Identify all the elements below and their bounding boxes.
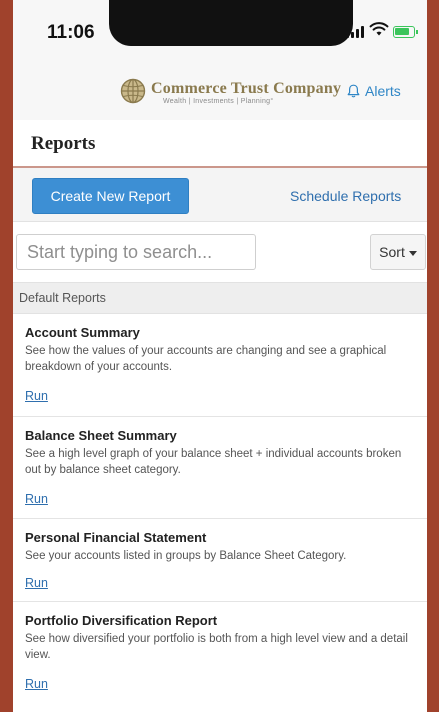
- brand-tagline: Wealth | Investments | Planning°: [163, 98, 274, 105]
- caret-down-icon: [408, 250, 417, 256]
- globe-logo-icon: [120, 78, 146, 104]
- sort-button[interactable]: Sort: [370, 234, 426, 270]
- report-description: See a high level graph of your balance s…: [25, 448, 402, 476]
- wifi-icon: [369, 22, 389, 36]
- section-header: Default Reports: [13, 282, 427, 314]
- brand-name: Commerce Trust Company: [151, 80, 342, 97]
- report-item: Personal Financial Statement See your ac…: [13, 519, 427, 602]
- bell-icon: [347, 84, 360, 98]
- alerts-button[interactable]: Alerts: [347, 83, 401, 99]
- schedule-reports-link[interactable]: Schedule Reports: [290, 188, 401, 204]
- report-title: Account Summary: [25, 325, 140, 340]
- report-description: See your accounts listed in groups by Ba…: [25, 550, 347, 562]
- status-bar: 11:06: [13, 0, 427, 60]
- sort-label: Sort: [379, 244, 405, 260]
- phone-screen: 11:06 Commerce Trust Company Wealth | In…: [13, 0, 427, 712]
- create-new-report-button[interactable]: Create New Report: [32, 178, 189, 214]
- run-link[interactable]: Run: [25, 576, 48, 590]
- device-notch: [109, 0, 353, 46]
- search-input[interactable]: [16, 234, 256, 270]
- report-description: See how the values of your accounts are …: [25, 345, 387, 373]
- report-title: Balance Sheet Summary: [25, 428, 177, 443]
- run-link[interactable]: Run: [25, 389, 48, 403]
- battery-icon: [393, 26, 418, 38]
- run-link[interactable]: Run: [25, 492, 48, 506]
- report-item: Balance Sheet Summary See a high level g…: [13, 417, 427, 519]
- report-title: Portfolio Diversification Report: [25, 613, 218, 628]
- run-link[interactable]: Run: [25, 677, 48, 691]
- brand-header: Commerce Trust Company Wealth | Investme…: [13, 60, 427, 120]
- report-description: See how diversified your portfolio is bo…: [25, 633, 408, 661]
- report-item: Account Summary See how the values of yo…: [13, 314, 427, 417]
- report-item: Portfolio Diversification Report See how…: [13, 602, 427, 712]
- page-title: Reports: [31, 133, 96, 154]
- alerts-label: Alerts: [365, 83, 401, 99]
- report-title: Personal Financial Statement: [25, 530, 207, 545]
- status-time: 11:06: [47, 22, 95, 43]
- signal-icon: [346, 26, 364, 38]
- report-actions: Create New Report Schedule Reports: [13, 168, 427, 222]
